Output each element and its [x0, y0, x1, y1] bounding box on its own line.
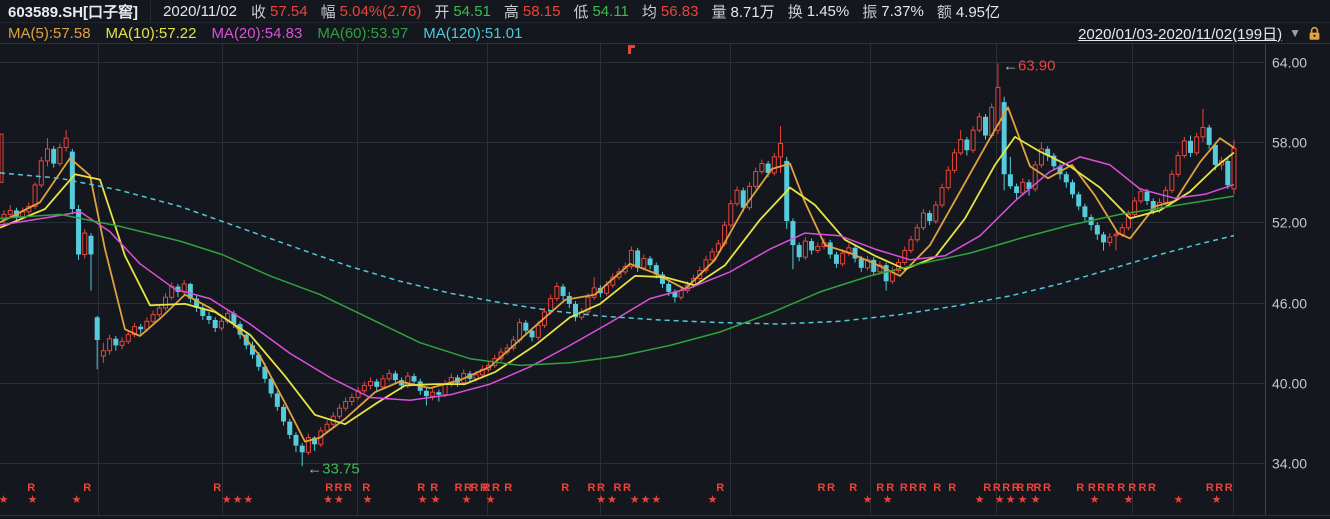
stat-close: 收57.54 — [251, 1, 308, 22]
star-marker: ★ — [863, 493, 874, 506]
high-price-annotation: ←63.90 — [1003, 57, 1056, 74]
svg-text:←33.75: ←33.75 — [307, 460, 360, 477]
y-axis-label: 64.00 — [1272, 55, 1307, 71]
star-marker: ★ — [363, 493, 374, 506]
star-marker: ★ — [975, 493, 986, 506]
stat-open: 开54.51 — [434, 1, 491, 22]
r-marker: R — [933, 482, 942, 494]
event-flag-mark — [628, 45, 635, 54]
star-marker: ★ — [708, 493, 719, 506]
stat-turnover: 换1.45% — [788, 1, 850, 22]
star-marker: ★ — [462, 493, 473, 506]
lock-icon[interactable] — [1308, 26, 1321, 41]
star-marker: ★ — [418, 493, 429, 506]
ma10-legend: MA(10):57.22 — [106, 25, 197, 42]
stat-volume: 量8.71万 — [711, 1, 774, 22]
ma-legend: MA(5):57.58 MA(10):57.22 MA(20):54.83 MA… — [0, 25, 1078, 42]
r-marker: RR — [1139, 482, 1158, 494]
stock-symbol: 603589.SH[口子窖] — [0, 1, 151, 22]
star-marker: ★★ — [323, 493, 345, 506]
ma60-legend: MA(60):53.97 — [317, 25, 408, 42]
stat-amount: 额4.95亿 — [937, 1, 1000, 22]
star-marker: ★ — [995, 493, 1006, 506]
star-marker: ★ — [28, 493, 39, 506]
r-marker: RR — [818, 482, 837, 494]
ma120-legend: MA(120):51.01 — [423, 25, 522, 42]
candles-layer — [2, 63, 1236, 466]
star-marker: ★ — [1018, 493, 1029, 506]
quote-date: 2020/11/02 — [163, 3, 237, 20]
r-marker: R — [561, 482, 570, 494]
r-marker: R — [504, 482, 513, 494]
stat-low: 低54.11 — [573, 1, 628, 22]
star-marker: ★ — [72, 493, 83, 506]
star-marker: ★ — [1124, 493, 1135, 506]
r-marker: R — [849, 482, 858, 494]
stat-avg: 均56.83 — [642, 1, 699, 22]
ma5-legend: MA(5):57.58 — [8, 25, 91, 42]
y-axis-label: 34.00 — [1272, 456, 1307, 472]
clipped-edge-candle — [0, 134, 3, 182]
r-marker: R — [948, 482, 957, 494]
date-range-link[interactable]: 2020/01/03-2020/11/02(199日) — [1078, 23, 1282, 44]
star-marker: ★ — [883, 493, 894, 506]
svg-text:←63.90: ←63.90 — [1003, 57, 1056, 74]
star-marker: ★★★ — [222, 493, 255, 506]
ma20-line — [0, 157, 1234, 400]
ma-legend-bar: MA(5):57.58 MA(10):57.22 MA(20):54.83 MA… — [0, 23, 1330, 43]
range-dropdown-icon[interactable]: ▼ — [1289, 27, 1301, 39]
y-axis-label: 58.00 — [1272, 135, 1307, 151]
r-marker: R — [1076, 482, 1085, 494]
stat-change: 幅5.04%(2.76) — [321, 1, 422, 22]
quote-header-bar: 603589.SH[口子窖] 2020/11/02 收57.54 幅5.04%(… — [0, 0, 1330, 23]
ma20-legend: MA(20):54.83 — [211, 25, 302, 42]
y-axis-label: 40.00 — [1272, 376, 1307, 392]
low-price-annotation: ←33.75 — [307, 460, 360, 477]
stat-high: 高58.15 — [504, 1, 561, 22]
report-markers: RRRRRRRRRRRRRRRRRRRRRRRRRRRRRRRRRRRRRRRR… — [0, 482, 1234, 506]
star-marker: ★ — [1090, 493, 1101, 506]
range-selector: 2020/01/03-2020/11/02(199日) ▼ — [1078, 23, 1330, 44]
star-marker: ★ — [1006, 493, 1017, 506]
star-marker: ★ — [1174, 493, 1185, 506]
ma10-line — [0, 137, 1234, 424]
star-marker: ★★★ — [630, 493, 663, 506]
r-marker: RRR — [900, 482, 928, 494]
star-marker: ★ — [431, 493, 442, 506]
r-marker: R — [83, 482, 92, 494]
stock-app-window: 64.00 58.00 52.00 46.00 40.00 34.00 ←63.90 ←33.… — [0, 0, 1330, 519]
ma60-line — [0, 196, 1234, 365]
y-axis-label: 52.00 — [1272, 215, 1307, 231]
star-marker: ★ — [486, 493, 497, 506]
star-marker: ★ — [1212, 493, 1223, 506]
star-marker: ★ — [1031, 493, 1042, 506]
star-marker: ★ — [0, 493, 9, 506]
stat-amplitude: 振7.37% — [862, 1, 924, 22]
ma5-line — [0, 107, 1234, 441]
kline-chart[interactable]: 64.00 58.00 52.00 46.00 40.00 34.00 ←63.90 ←33.… — [0, 0, 1330, 519]
star-marker: ★★ — [596, 493, 618, 506]
y-axis-label: 46.00 — [1272, 296, 1307, 312]
ma120-line — [0, 173, 1234, 324]
